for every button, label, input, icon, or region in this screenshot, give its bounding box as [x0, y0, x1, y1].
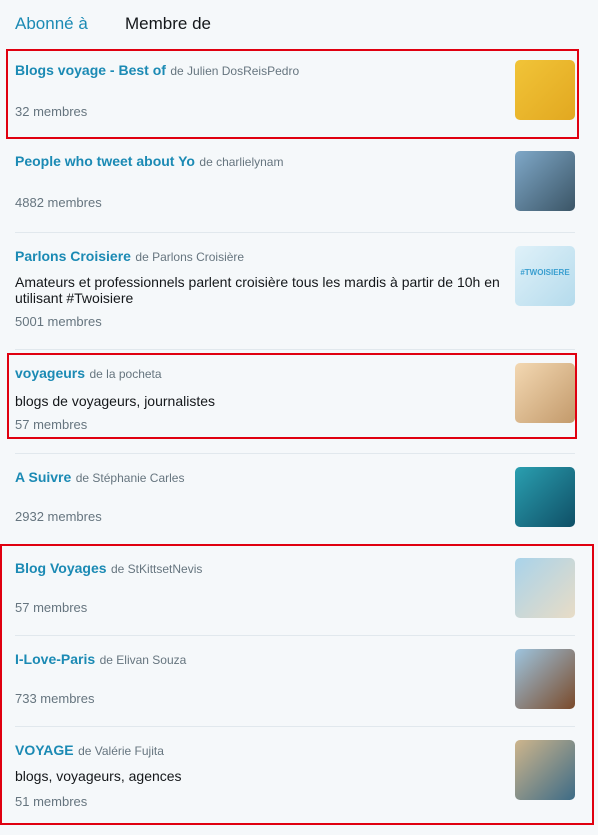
list-owner: de Parlons Croisière	[135, 250, 245, 264]
tab-following[interactable]: Abonné à	[15, 14, 88, 34]
list-avatar[interactable]	[515, 60, 575, 120]
list-avatar[interactable]: #TWOISIERE	[515, 246, 575, 306]
member-count: 4882 membres	[15, 195, 102, 210]
list-avatar[interactable]	[515, 649, 575, 709]
member-count: 51 membres	[15, 794, 88, 809]
list-name-link[interactable]: Blog Voyages	[15, 560, 107, 576]
thumb-text: #TWOISIERE	[520, 268, 570, 277]
list-owner: de Stéphanie Carles	[75, 471, 185, 485]
list-item[interactable]: Blogs voyage - Best of de Julien DosReis…	[15, 46, 575, 137]
list-name-link[interactable]: voyageurs	[15, 365, 85, 381]
list-item[interactable]: Parlons Croisiere de Parlons Croisière A…	[15, 232, 575, 349]
tab-member-of[interactable]: Membre de	[125, 14, 211, 34]
list-avatar[interactable]	[515, 151, 575, 211]
list-avatar[interactable]	[515, 467, 575, 527]
list-name-link[interactable]: VOYAGE	[15, 742, 74, 758]
list-owner: de Valérie Fujita	[78, 744, 164, 758]
member-count: 57 membres	[15, 600, 88, 615]
list-item[interactable]: I-Love-Paris de Elivan Souza 733 membres	[15, 635, 575, 726]
list-owner: de la pocheta	[89, 367, 162, 381]
member-count: 2932 membres	[15, 509, 102, 524]
list-name-link[interactable]: Parlons Croisiere	[15, 248, 131, 264]
list-name-link[interactable]: People who tweet about Yo	[15, 153, 195, 169]
tab-bar: Abonné à Membre de	[0, 0, 598, 46]
list-avatar[interactable]	[515, 740, 575, 800]
list-item[interactable]: People who tweet about Yo de charlielyna…	[15, 137, 575, 232]
list-item[interactable]: voyageurs de la pocheta blogs de voyageu…	[15, 349, 575, 453]
list-description: blogs, voyageurs, agences	[15, 768, 182, 784]
list-item[interactable]: Blog Voyages de StKittsetNevis 57 membre…	[15, 544, 575, 635]
list-description: blogs de voyageurs, journalistes	[15, 393, 216, 409]
list-owner: de Elivan Souza	[99, 653, 187, 667]
member-count: 57 membres	[15, 417, 88, 432]
list-name-link[interactable]: I-Love-Paris	[15, 651, 95, 667]
list-avatar[interactable]	[515, 363, 575, 423]
list-name-link[interactable]: Blogs voyage - Best of	[15, 62, 166, 78]
list-avatar[interactable]	[515, 558, 575, 618]
list-description: Amateurs et professionnels parlent crois…	[15, 274, 500, 306]
list-item[interactable]: VOYAGE de Valérie Fujita blogs, voyageur…	[15, 726, 575, 826]
list-owner: de StKittsetNevis	[111, 562, 203, 576]
list-owner: de Julien DosReisPedro	[170, 64, 300, 78]
list-item[interactable]: A Suivre de Stéphanie Carles 2932 membre…	[15, 453, 575, 544]
member-count: 733 membres	[15, 691, 95, 706]
list-name-link[interactable]: A Suivre	[15, 469, 71, 485]
list-owner: de charlielynam	[199, 155, 284, 169]
member-count: 5001 membres	[15, 314, 102, 329]
member-count: 32 membres	[15, 104, 88, 119]
